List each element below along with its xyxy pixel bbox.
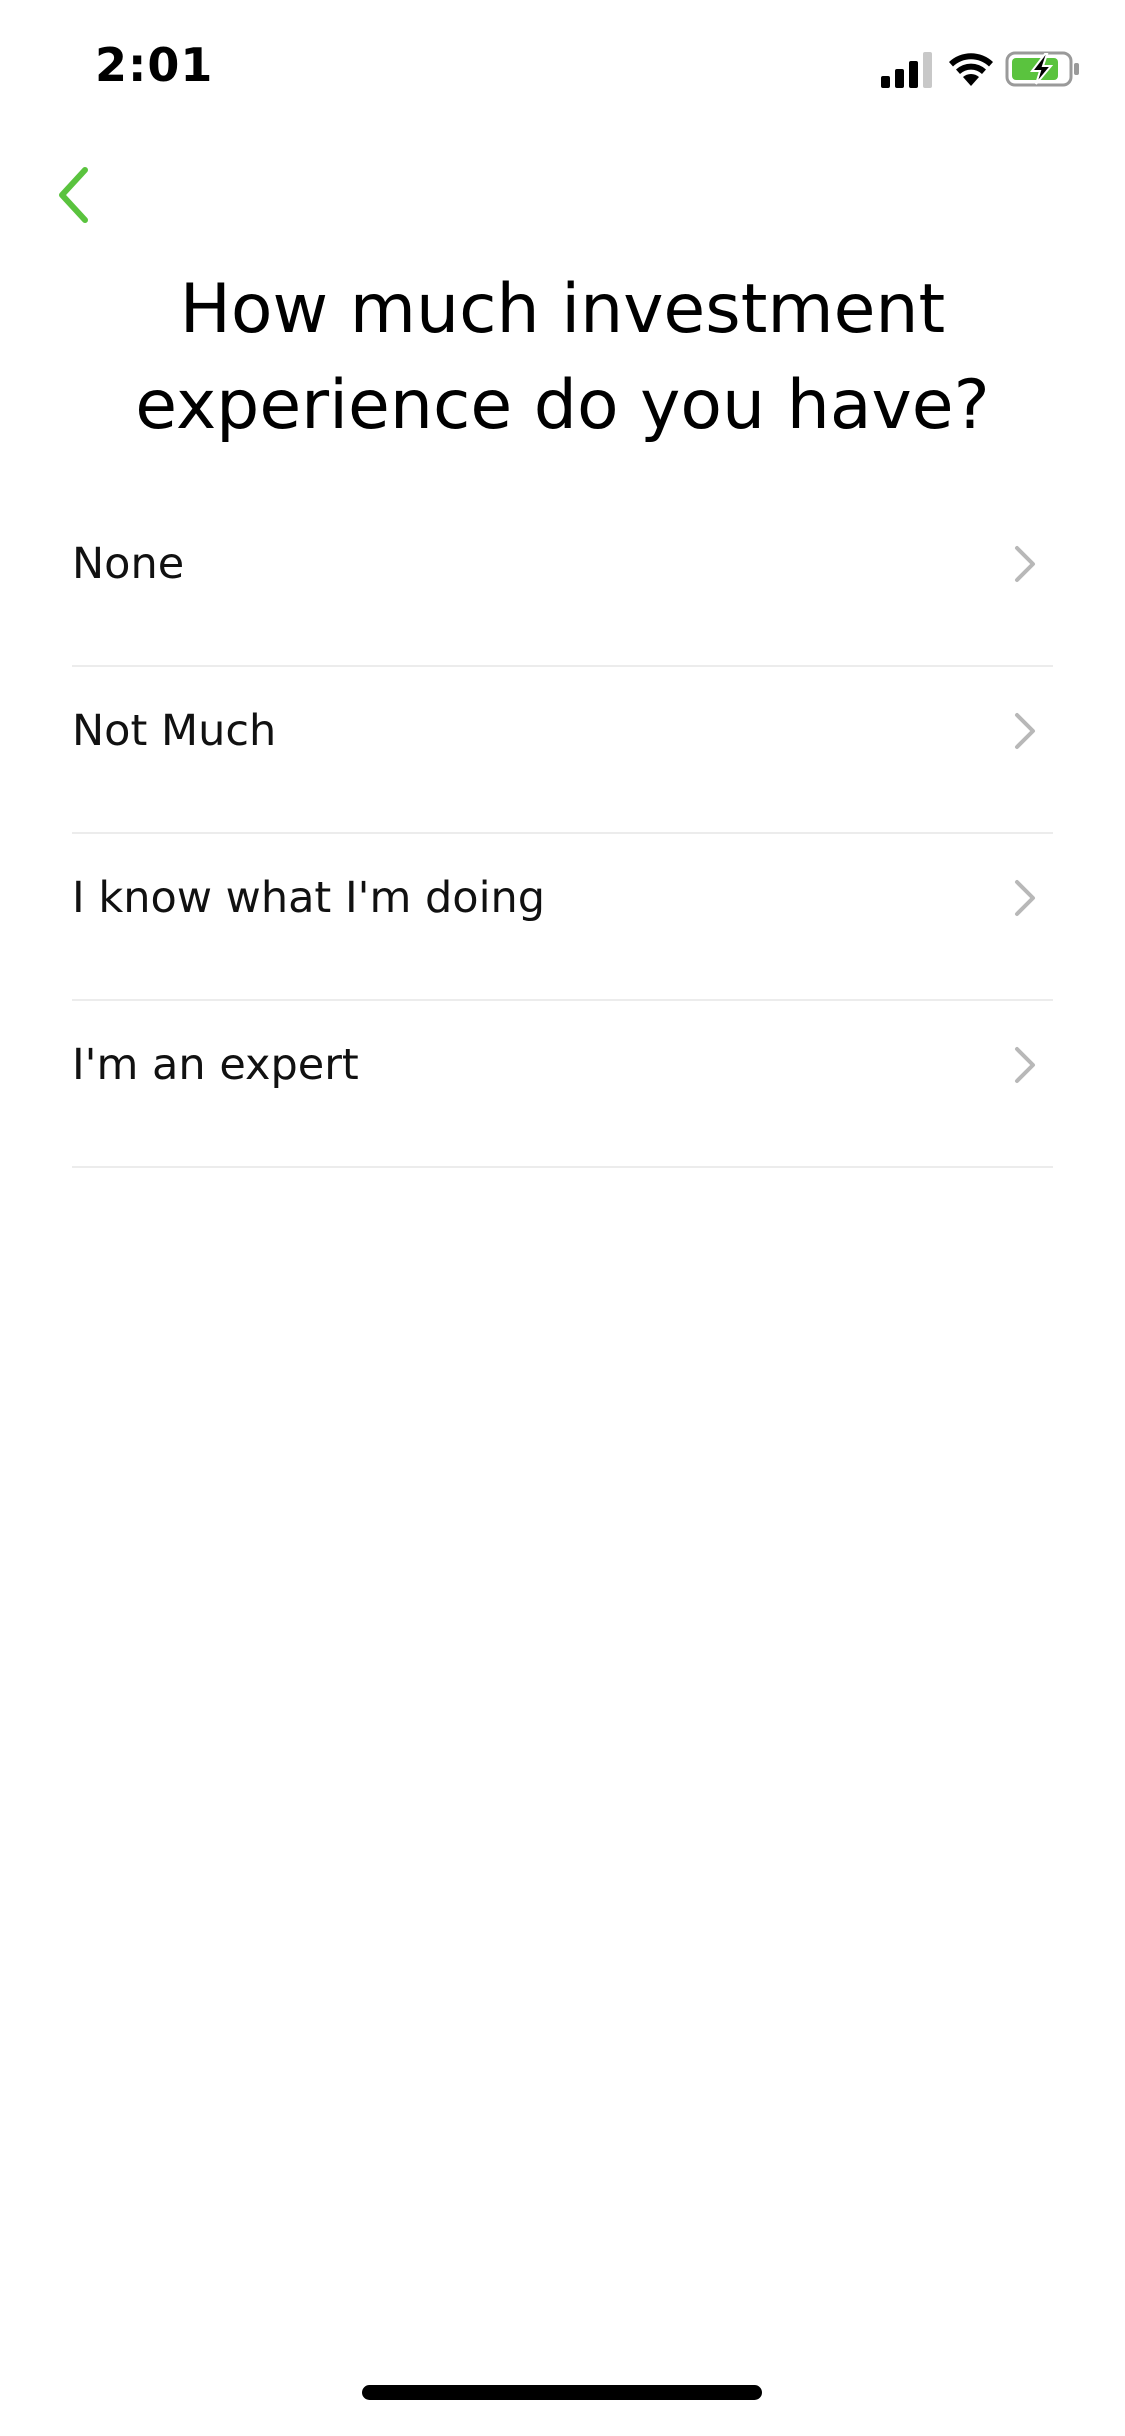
wifi-icon (949, 53, 993, 86)
option-label: I'm an expert (72, 1040, 359, 1090)
option-label: None (72, 539, 185, 589)
option-label: I know what I'm doing (72, 873, 546, 923)
chevron-left-icon (59, 167, 88, 223)
cellular-signal-icon (881, 52, 932, 88)
chevron-right-icon (1015, 880, 1035, 916)
page-title: How much investment experience do you ha… (135, 270, 990, 445)
option-none[interactable]: None (72, 500, 1053, 667)
options-list: None Not Much I know what I'm doing I'm … (72, 500, 1053, 1168)
chevron-right-icon (1015, 1047, 1035, 1083)
option-label: Not Much (72, 706, 277, 756)
status-icons (875, 48, 1095, 92)
chevron-right-icon (1015, 713, 1035, 749)
battery-charging-icon (1005, 51, 1079, 87)
chevron-right-icon (1015, 546, 1035, 582)
back-button[interactable] (40, 150, 130, 240)
option-not-much[interactable]: Not Much (72, 667, 1053, 834)
status-bar: 2:01 (0, 0, 1125, 132)
status-time: 2:01 (95, 38, 214, 92)
option-expert[interactable]: I'm an expert (72, 1001, 1053, 1168)
option-know-what-im-doing[interactable]: I know what I'm doing (72, 834, 1053, 1001)
home-indicator[interactable] (362, 2385, 762, 2400)
